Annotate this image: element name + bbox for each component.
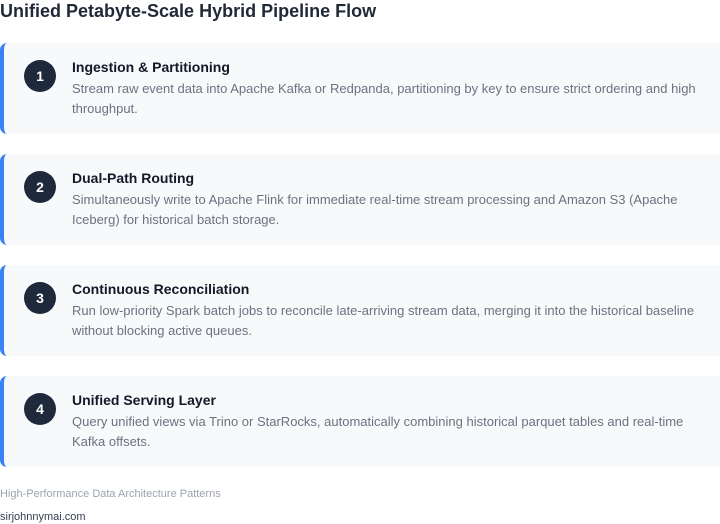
step-description: Query unified views via Trino or StarRoc… [72, 414, 684, 449]
step-card-serving: 4 Unified Serving Layer Query unified vi… [0, 376, 720, 467]
footer-site-link[interactable]: sirjohnnymai.com [0, 511, 86, 524]
step-description: Stream raw event data into Apache Kafka … [72, 81, 696, 116]
step-title: Ingestion & Partitioning [72, 59, 230, 75]
step-description: Simultaneously write to Apache Flink for… [72, 192, 678, 227]
step-number-badge: 4 [24, 393, 56, 425]
step-card-ingestion: 1 Ingestion & Partitioning Stream raw ev… [0, 43, 720, 134]
footer-caption: High-Performance Data Architecture Patte… [0, 488, 221, 500]
step-title: Continuous Reconciliation [72, 281, 250, 297]
step-number-badge: 1 [24, 60, 56, 92]
step-title: Unified Serving Layer [72, 392, 216, 408]
step-number-badge: 3 [24, 282, 56, 314]
step-description: Run low-priority Spark batch jobs to rec… [72, 303, 695, 338]
step-title: Dual-Path Routing [72, 170, 195, 186]
step-number-badge: 2 [24, 171, 56, 203]
step-card-routing: 2 Dual-Path Routing Simultaneously write… [0, 154, 720, 245]
pipeline-steps: 1 Ingestion & Partitioning Stream raw ev… [0, 43, 720, 487]
page-title: Unified Petabyte-Scale Hybrid Pipeline F… [0, 1, 377, 21]
step-card-reconciliation: 3 Continuous Reconciliation Run low-prio… [0, 265, 720, 356]
